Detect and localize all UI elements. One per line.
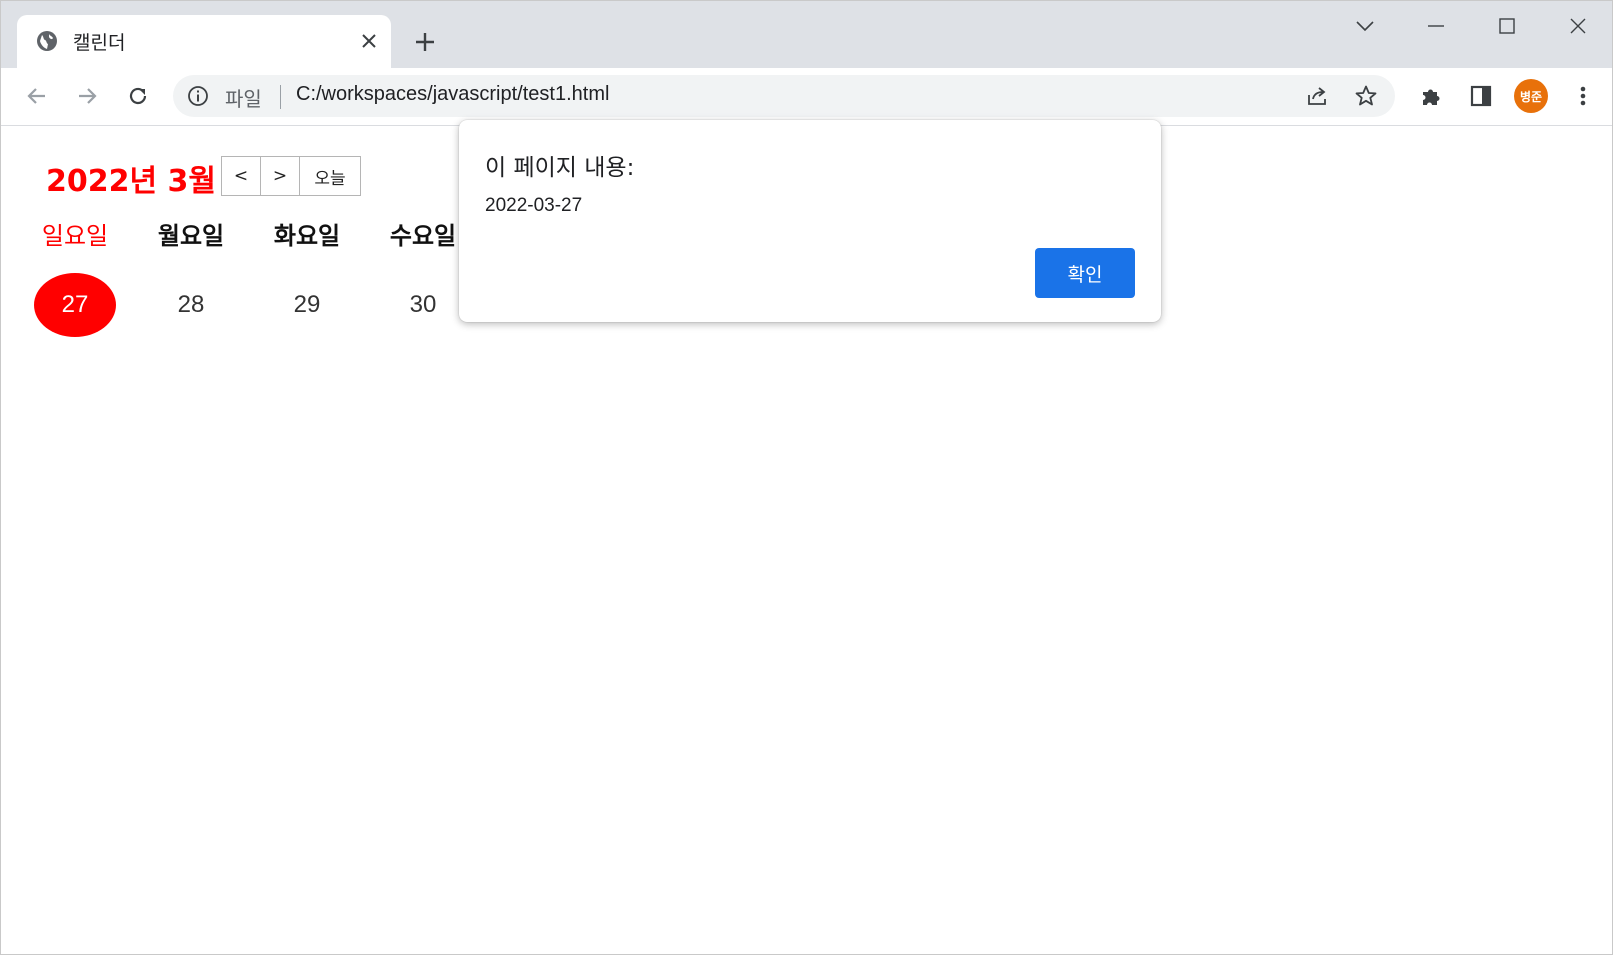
maximize-icon[interactable] [1487,11,1527,41]
calendar-nav: < > 오늘 [221,156,361,198]
weekday-monday: 월요일 [157,222,225,250]
globe-icon [35,29,59,53]
more-menu-icon[interactable] [1567,80,1599,112]
back-arrow-icon[interactable] [21,80,53,112]
profile-avatar[interactable]: 병준 [1514,79,1548,113]
extensions-puzzle-icon[interactable] [1415,80,1447,112]
url-text[interactable]: C:/workspaces/javascript/test1.html [296,83,609,106]
plus-icon[interactable] [411,28,439,56]
day-cell[interactable]: 28 [150,273,232,337]
star-icon[interactable] [1351,81,1381,111]
weekday-sunday: 일요일 [41,222,109,250]
tab-calendar[interactable]: 캘린더 [17,15,391,68]
share-icon[interactable] [1302,81,1332,111]
scheme-label: 파일 [225,87,262,111]
tab-strip: 캘린더 [1,1,1612,68]
address-bar[interactable]: 파일 C:/workspaces/javascript/test1.html [173,75,1395,117]
today-button[interactable]: 오늘 [299,156,361,196]
tab-title: 캘린더 [73,32,126,54]
alert-dialog: 이 페이지 내용: 2022-03-27 확인 [459,120,1161,322]
prev-month-button[interactable]: < [221,156,261,196]
chevron-down-icon[interactable] [1345,11,1385,41]
calendar-title: 2022년 3월 [46,164,217,199]
next-month-button[interactable]: > [260,156,300,196]
ok-button[interactable]: 확인 [1035,248,1135,298]
omnibox-divider [280,85,281,109]
reload-icon[interactable] [122,80,154,112]
weekday-wednesday: 수요일 [389,222,457,250]
day-cell[interactable]: 30 [382,273,464,337]
dialog-title: 이 페이지 내용: [485,155,635,181]
day-cell-today[interactable]: 27 [34,273,116,337]
info-icon[interactable] [187,85,209,107]
dialog-message: 2022-03-27 [485,195,583,216]
browser-toolbar: 파일 C:/workspaces/javascript/test1.html 병… [1,68,1612,126]
day-cell[interactable]: 29 [266,273,348,337]
minimize-icon[interactable] [1416,11,1456,41]
browser-window: 캘린더 파일 C:/workspaces/javascript/test1.ht… [0,0,1613,955]
weekday-tuesday: 화요일 [273,222,341,250]
close-icon[interactable] [1558,11,1598,41]
forward-arrow-icon[interactable] [71,80,103,112]
tab-close-icon[interactable] [357,29,381,53]
side-panel-icon[interactable] [1465,80,1497,112]
